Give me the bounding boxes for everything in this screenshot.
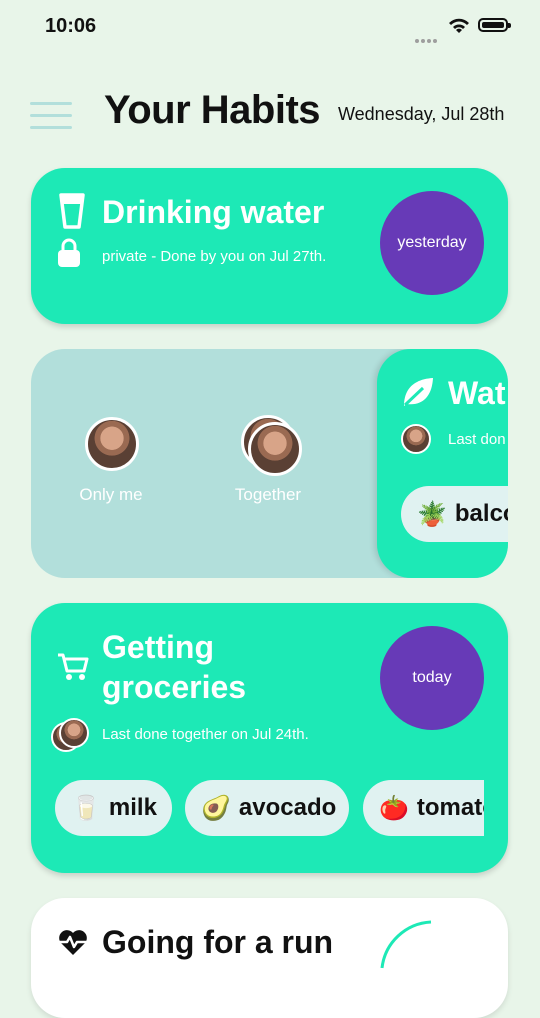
avatar-together-front[interactable] [248, 422, 302, 476]
tag-label: balco [454, 500, 508, 527]
plant-icon: 🪴 [417, 500, 447, 528]
avatar-only-me[interactable] [85, 417, 139, 471]
habit-title-line2: groceries [102, 669, 247, 705]
signal-icon [415, 30, 439, 48]
item-label: tomato [416, 794, 484, 821]
habit-title: Wat [448, 375, 506, 411]
lock-icon [58, 238, 80, 267]
habit-subtitle: Last done together on Jul 24th. [102, 726, 309, 743]
habit-card-getting-groceries[interactable]: Getting groceries Last done together on … [31, 603, 508, 873]
item-pill-avocado[interactable]: 🥑 avocado [185, 780, 349, 836]
item-label: milk [108, 794, 157, 821]
current-date: Wednesday, Jul 28th [338, 104, 505, 124]
habit-subtitle: Last don [448, 431, 506, 448]
leaf-icon [403, 378, 433, 407]
habit-title: Drinking water [102, 194, 325, 230]
status-bar: 10:06 [0, 0, 540, 56]
progress-ring [380, 920, 432, 969]
tag-pill[interactable]: 🪴 balco [401, 486, 508, 542]
habit-title: Going for a run [102, 924, 334, 960]
option-together-label[interactable]: Together [208, 485, 328, 505]
avatar-front [59, 718, 89, 748]
habit-card-going-for-a-run[interactable]: Going for a run [31, 898, 508, 1018]
option-only-me-label[interactable]: Only me [51, 485, 171, 505]
heartbeat-icon [59, 930, 87, 955]
item-pill-milk[interactable]: 🥛 milk [55, 780, 172, 836]
avatar [401, 424, 431, 454]
sharing-panel: Only me Together Wat Last don 🪴 balco [31, 349, 508, 578]
avocado-icon: 🥑 [201, 794, 231, 822]
battery-icon [478, 18, 511, 32]
glass-icon [59, 193, 85, 229]
cart-icon [58, 653, 89, 680]
item-label: avocado [238, 794, 337, 821]
milk-icon: 🥛 [71, 794, 101, 822]
habit-card-drinking-water[interactable]: Drinking water private - Done by you on … [31, 168, 508, 324]
habit-title-line1: Getting [102, 629, 214, 665]
last-done-badge[interactable]: today [380, 626, 484, 730]
page-title: Your Habits [104, 88, 321, 132]
status-time: 10:06 [45, 15, 97, 37]
tomato-icon: 🍅 [379, 794, 409, 822]
wifi-icon [449, 18, 469, 33]
habit-card-watering[interactable]: Wat Last don 🪴 balco [377, 349, 508, 578]
menu-icon[interactable] [30, 102, 72, 130]
item-pill-tomato[interactable]: 🍅 tomato [363, 780, 484, 836]
last-done-badge[interactable]: yesterday [380, 191, 484, 295]
habit-subtitle: private - Done by you on Jul 27th. [102, 248, 327, 265]
